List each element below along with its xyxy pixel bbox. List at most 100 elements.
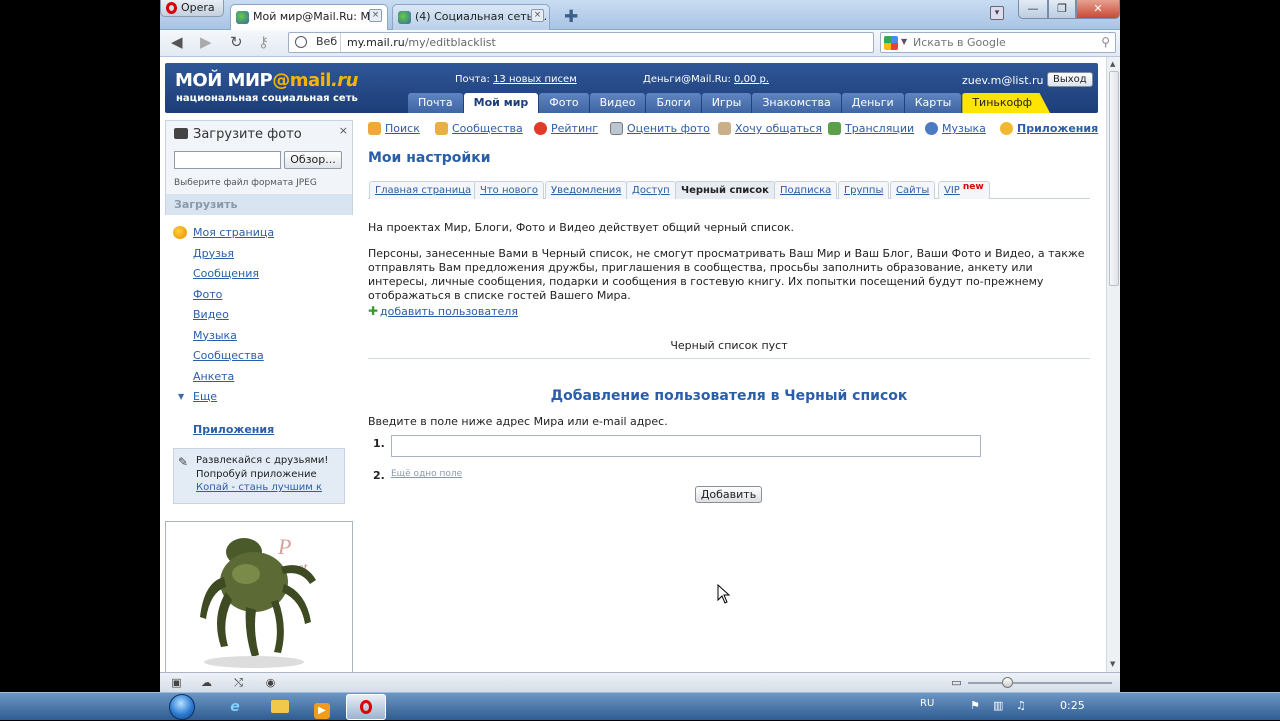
sidebar-item-label[interactable]: Музыка [193,329,237,342]
tab-vip-label[interactable]: VIP [944,185,960,196]
trash-icon[interactable]: ▾ [990,6,1004,20]
zoom-slider-knob[interactable] [1002,677,1013,688]
close-tab-icon[interactable]: × [369,9,382,22]
minimize-button[interactable]: — [1018,0,1048,19]
quick-link-label[interactable]: Хочу общаться [735,122,822,135]
sidebar-item-label[interactable]: Сообщества [193,349,264,362]
site-logo[interactable]: МОЙ МИР@mail.ru [175,70,359,91]
sidebar-item-label[interactable]: Друзья [193,247,234,260]
scroll-thumb[interactable] [1109,71,1119,286]
nav-tab-dating[interactable]: Знакомства [752,93,841,113]
nav-tab-mail[interactable]: Почта [408,93,463,113]
close-window-button[interactable]: ✕ [1076,0,1120,19]
nav-tab-maps[interactable]: Карты [904,93,962,113]
media-player-taskbar-icon[interactable]: ▶ [302,694,342,720]
tab-subscription[interactable]: Подписка [774,181,838,199]
quick-link-label[interactable]: Трансляции [845,122,914,135]
back-icon[interactable]: ◀ [171,34,183,51]
panel-toggle-icon[interactable]: ▣ [170,676,183,689]
opera-menu-button[interactable]: Opera [160,0,224,17]
speed-dial-icon[interactable]: ◉ [264,676,277,689]
nav-tab-tinkoff[interactable]: Тинькофф [962,93,1051,113]
sidebar-item-messages[interactable]: Сообщения [173,267,353,288]
sidebar-item-label[interactable]: Еще [193,390,217,403]
add-user-link[interactable]: ✚ добавить пользователя [368,304,518,318]
search-icon[interactable]: ⚲ [1101,35,1110,49]
opera-taskbar-icon[interactable] [346,694,386,720]
scroll-up-icon[interactable]: ▲ [1110,60,1115,68]
sidebar-item-profile[interactable]: Анкета [173,370,353,391]
add-button[interactable]: Добавить [695,486,762,503]
sidebar-apps-link[interactable]: Приложения [173,423,353,436]
nav-tab-games[interactable]: Игры [701,93,752,113]
promo-link[interactable]: Копай - стань лучшим к [196,482,322,493]
add-field-link[interactable]: Ещё одно поле [391,469,462,479]
tab-social[interactable]: (4) Социальная сеть ... × [392,4,550,30]
quick-link-rating[interactable]: Рейтинг [534,122,598,135]
quick-link-communities[interactable]: Сообщества [435,122,523,135]
quick-link-label[interactable]: Поиск [385,122,420,135]
sidebar-item-my-page[interactable]: Моя страница [173,226,353,247]
language-indicator[interactable]: RU [920,698,934,709]
tab-blacklist[interactable]: Черный список [675,181,775,199]
sidebar-item-label[interactable]: Фото [193,288,222,301]
ie-taskbar-icon[interactable]: e [215,694,255,720]
nav-tab-money[interactable]: Деньги [841,93,904,113]
opera-unite-icon[interactable]: ☁ [200,676,213,689]
tab-whats-new[interactable]: Что нового [474,181,545,199]
url-field[interactable]: Веб my.mail.ru/my/editblacklist [288,32,874,53]
tab-vip[interactable]: VIP new [938,181,990,199]
volume-icon[interactable]: ♫ [1016,699,1026,712]
tab-groups[interactable]: Группы [838,181,890,199]
file-path-input[interactable] [174,151,281,169]
apps-link-label[interactable]: Приложения [193,423,274,436]
maximize-button[interactable]: ❐ [1048,0,1076,19]
quick-link-want-chat[interactable]: Хочу общаться [718,122,822,135]
nav-tab-mymir[interactable]: Мой мир [463,93,539,113]
explorer-taskbar-icon[interactable] [260,694,300,720]
new-mail-link[interactable]: 13 новых писем [493,74,577,85]
tab-sites[interactable]: Сайты [890,181,936,199]
share-icon[interactable]: ⤭ [232,676,245,689]
zoom-slider[interactable] [968,677,1112,688]
nav-tab-photo[interactable]: Фото [539,93,589,113]
quick-link-label[interactable]: Приложения [1017,122,1098,135]
quick-link-broadcasts[interactable]: Трансляции [828,122,914,135]
network-icon[interactable]: ▥ [993,699,1003,712]
chevron-down-icon[interactable]: ▼ [901,37,907,46]
tab-access[interactable]: Доступ [626,181,676,199]
scope-selector[interactable]: Веб [289,33,341,52]
sidebar-item-communities[interactable]: Сообщества [173,349,353,370]
sidebar-item-label[interactable]: Сообщения [193,267,259,280]
vertical-scrollbar[interactable]: ▲ ▼ [1106,57,1120,672]
quick-link-apps[interactable]: Приложения [1000,122,1098,135]
ad-banner-image[interactable]: P ect [165,521,353,672]
browse-button[interactable]: Обзор... [284,151,342,169]
sidebar-item-label[interactable]: Видео [193,308,229,321]
quick-link-label[interactable]: Музыка [942,122,986,135]
flag-icon[interactable]: ⚑ [970,699,980,712]
sidebar-item-video[interactable]: Видео [173,308,353,329]
tab-mymir[interactable]: Мой мир@Mail.Ru: М... × [230,4,388,31]
view-icon[interactable]: ▭ [950,676,963,689]
sidebar-item-more[interactable]: ▼ Еще [173,390,353,411]
scroll-down-icon[interactable]: ▼ [1110,660,1115,668]
upload-submit[interactable]: Загрузить [166,194,352,215]
close-icon[interactable]: × [339,124,348,137]
add-user-link-label[interactable]: добавить пользователя [380,305,518,318]
quick-link-label[interactable]: Оценить фото [627,122,710,135]
sidebar-item-photo[interactable]: Фото [173,288,353,309]
new-tab-icon[interactable]: ✚ [564,7,578,27]
money-link[interactable]: 0,00 р. [734,74,769,85]
nav-tab-video[interactable]: Видео [589,93,646,113]
sidebar-item-label[interactable]: Анкета [193,370,234,383]
start-button[interactable] [163,693,203,721]
forward-icon[interactable]: ▶ [200,34,212,51]
google-icon[interactable] [884,36,898,50]
key-icon[interactable]: ⚷ [258,34,269,51]
logout-button[interactable]: Выход [1047,72,1093,87]
quick-link-label[interactable]: Сообщества [452,122,523,135]
sidebar-item-music[interactable]: Музыка [173,329,353,350]
search-input[interactable] [913,35,1093,50]
sidebar-item-label[interactable]: Моя страница [193,226,274,239]
